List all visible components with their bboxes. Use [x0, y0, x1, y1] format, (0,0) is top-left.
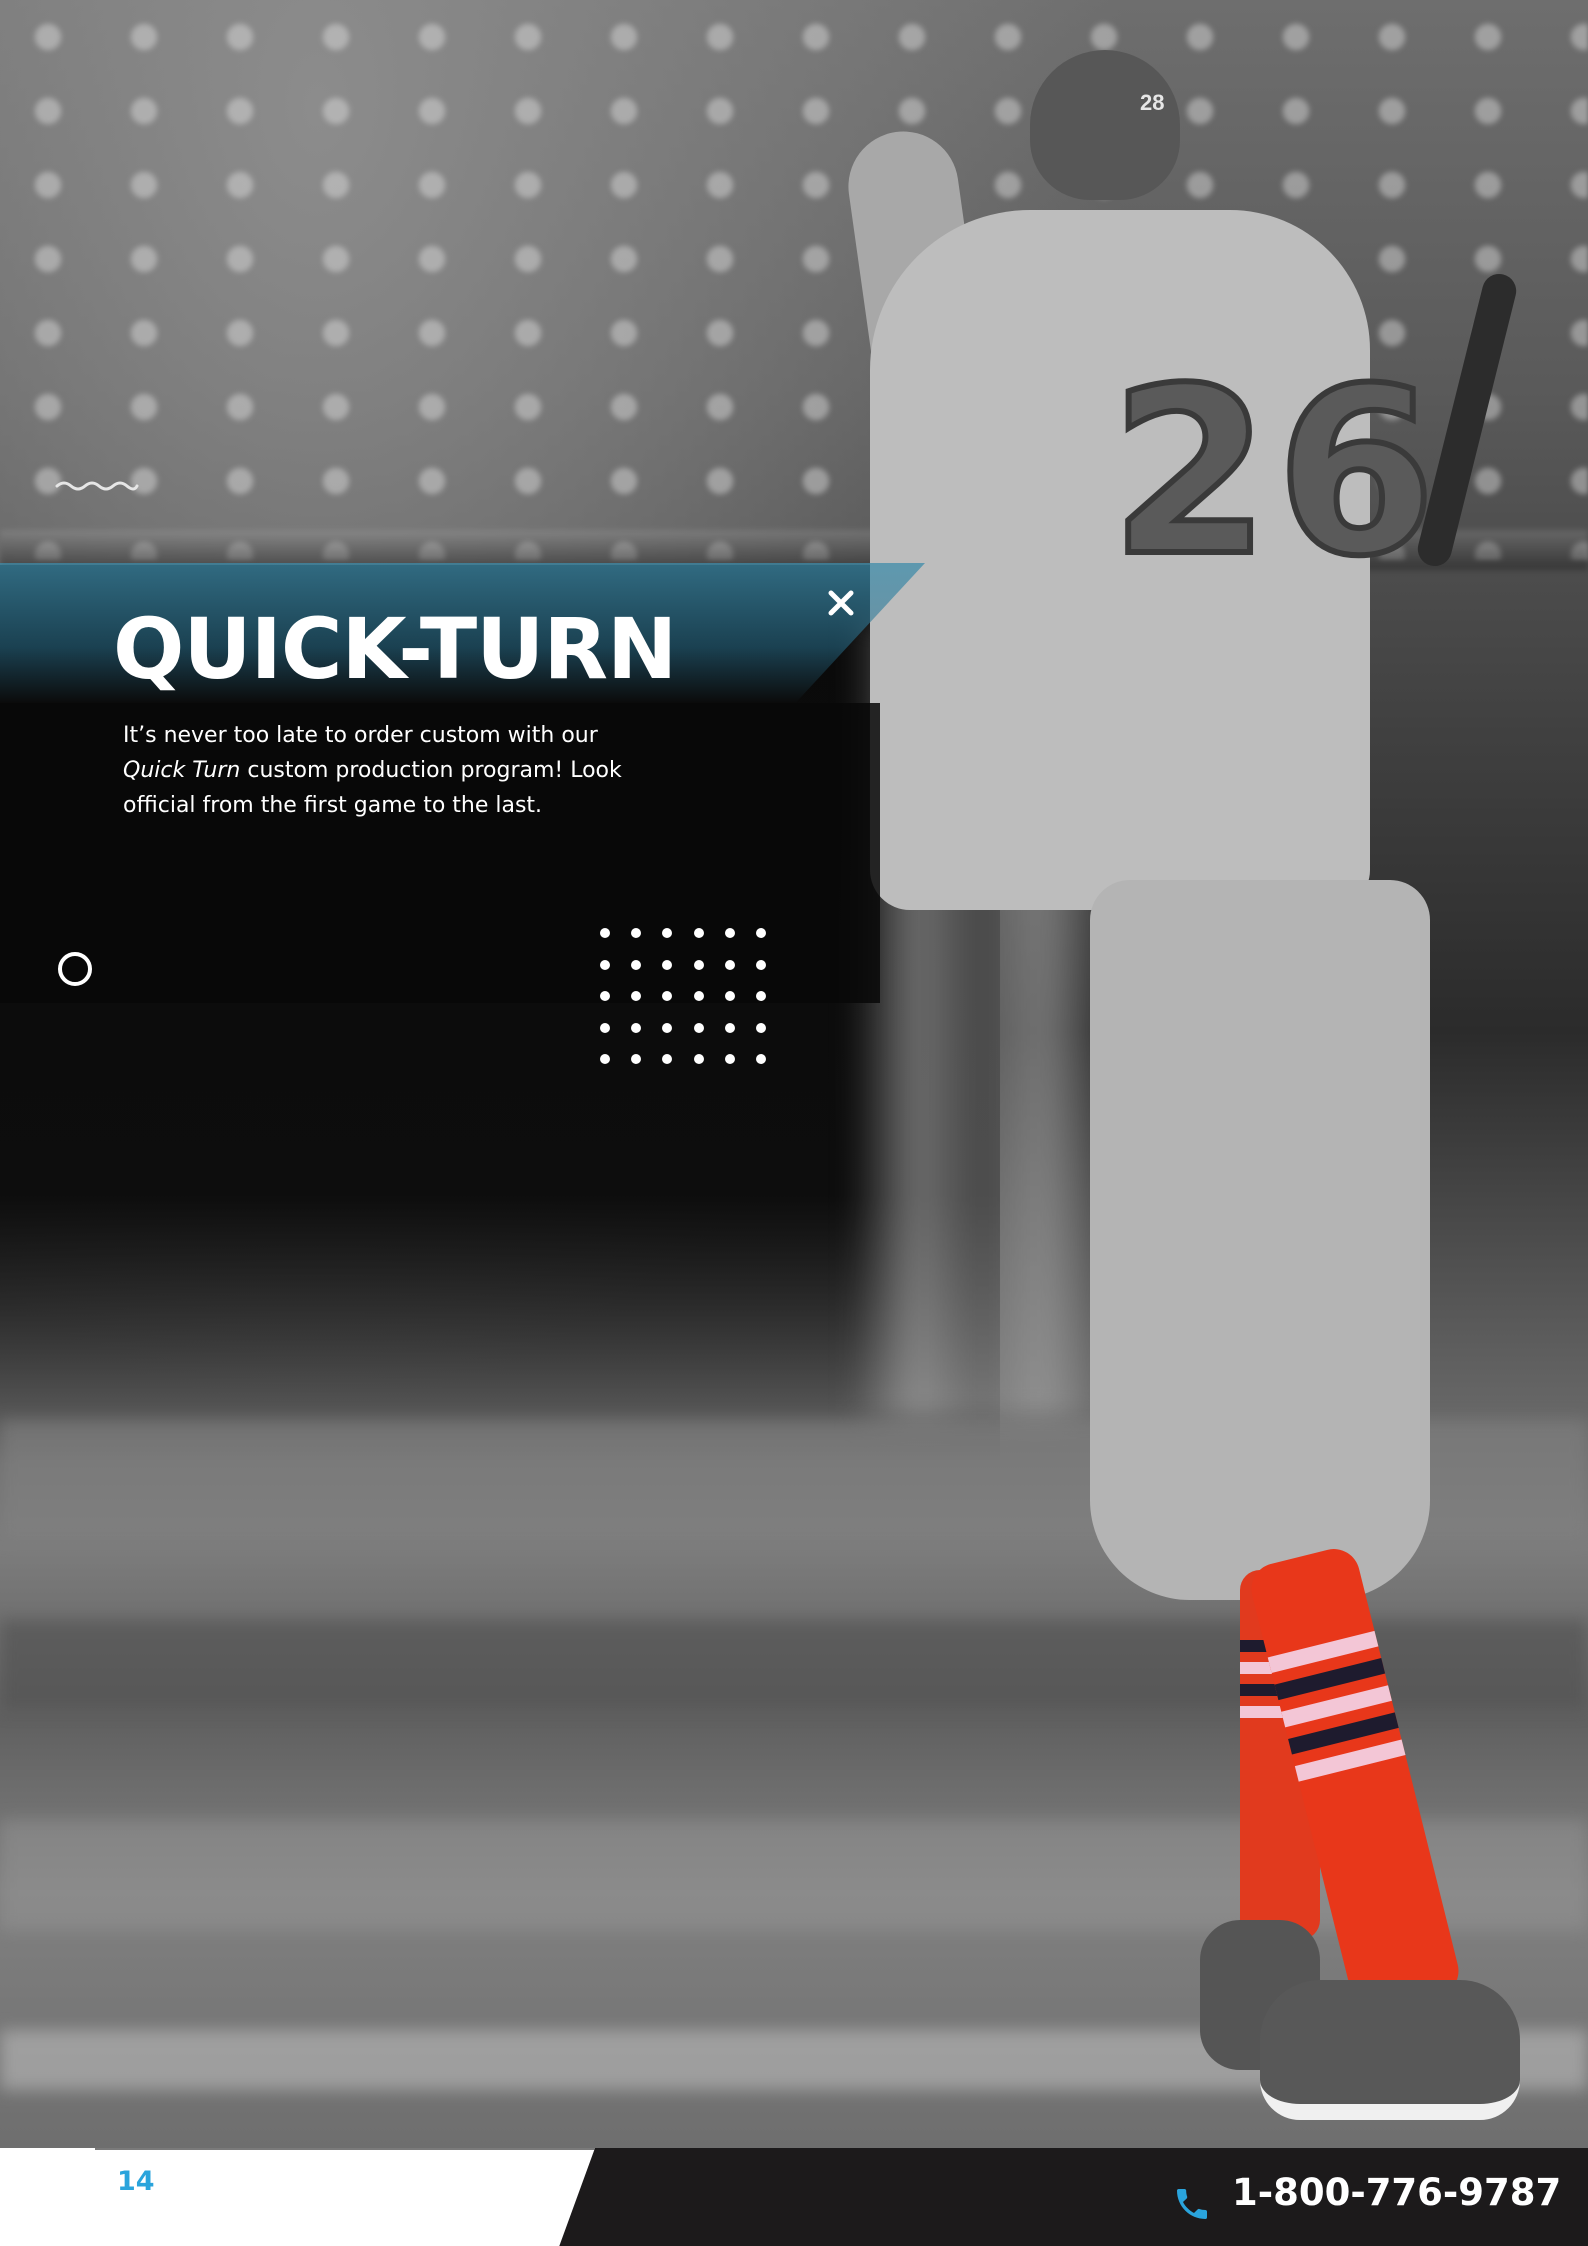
shoe-right: [1260, 1980, 1520, 2120]
circle-outline-icon: [58, 952, 92, 986]
grid-dot: [600, 1054, 610, 1064]
grid-dot: [662, 928, 673, 938]
wave-icon: [55, 481, 139, 491]
page-number: 14: [117, 2166, 155, 2197]
grid-dot: [724, 1054, 735, 1064]
grid-dot: [631, 959, 642, 970]
body-line-3: official from the first game to the last…: [123, 793, 543, 818]
grid-dot: [662, 1022, 673, 1033]
footer-page-tab: 14: [0, 2148, 595, 2246]
footer-divider: [95, 2148, 595, 2150]
close-icon: [828, 590, 854, 616]
grid-dot: [724, 928, 735, 938]
grid-dot: [755, 959, 766, 970]
helmet-number: 28: [1140, 90, 1165, 115]
grid-dot: [693, 1054, 704, 1064]
grid-dot: [662, 991, 673, 1001]
background-photo: 28 26: [0, 0, 1588, 2150]
batter-helmet: [1030, 50, 1180, 200]
page-title: QUICK-TURN: [113, 600, 677, 698]
grid-dot: [600, 959, 610, 970]
body-line-1: It’s never too late to order custom with…: [123, 723, 598, 748]
grid-dot: [755, 991, 766, 1001]
grid-dot: [600, 991, 610, 1001]
grid-dot: [600, 928, 610, 938]
phone-icon: [1177, 2189, 1207, 2219]
grid-dot: [693, 991, 704, 1001]
grid-dot: [755, 1022, 766, 1033]
grid-dot: [662, 959, 673, 970]
grid-dot: [755, 1054, 766, 1064]
program-name: Quick Turn: [123, 758, 241, 783]
grid-dot: [693, 1022, 704, 1033]
grid-dot: [724, 991, 735, 1001]
grid-dot: [631, 1054, 642, 1064]
grid-dot: [662, 1054, 673, 1064]
batter-pants: [1090, 880, 1430, 1600]
grid-dot: [693, 959, 704, 970]
jersey-number: 26: [1107, 337, 1443, 610]
batter-figure: 28 26: [840, 40, 1540, 2120]
grid-dot: [631, 1022, 642, 1033]
dot-grid-decoration: [600, 928, 780, 1078]
body-paragraph: It’s never too late to order custom with…: [123, 718, 683, 823]
phone-number[interactable]: 1-800-776-9787: [1232, 2171, 1561, 2214]
body-line-2: custom production program! Look: [240, 758, 622, 783]
grid-dot: [631, 991, 642, 1001]
grid-dot: [600, 1022, 610, 1033]
grid-dot: [693, 928, 704, 938]
grid-dot: [755, 928, 766, 938]
grid-dot: [724, 1022, 735, 1033]
grid-dot: [724, 959, 735, 970]
grid-dot: [631, 928, 642, 938]
